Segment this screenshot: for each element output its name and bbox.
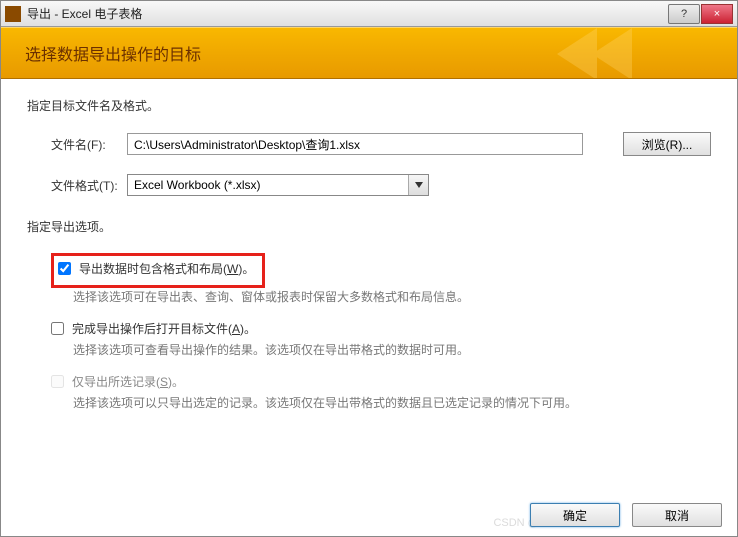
highlight-box: 导出数据时包含格式和布局(W)。: [51, 253, 265, 288]
filename-input[interactable]: [127, 133, 583, 155]
fileformat-select-wrap[interactable]: [127, 174, 429, 196]
option-include-format: 导出数据时包含格式和布局(W)。 选择该选项可在导出表、查询、窗体或报表时保留大…: [27, 253, 711, 306]
filename-row: 文件名(F): 浏览(R)...: [27, 132, 711, 156]
option-selected-only-desc: 选择该选项可以只导出选定的记录。该选项仅在导出带格式的数据且已选定记录的情况下可…: [73, 394, 711, 412]
option-open-after-checkbox[interactable]: [51, 322, 64, 335]
option-include-format-checkbox[interactable]: [58, 262, 71, 275]
footer-buttons: 确定 取消: [530, 503, 722, 527]
close-button[interactable]: ×: [701, 4, 733, 24]
wizard-title: 选择数据导出操作的目标: [25, 41, 201, 65]
app-icon: [5, 6, 21, 22]
content-area: 指定目标文件名及格式。 文件名(F): 浏览(R)... 文件格式(T): 指定…: [1, 79, 737, 434]
option-selected-only: 仅导出所选记录(S)。 选择该选项可以只导出选定的记录。该选项仅在导出带格式的数…: [27, 373, 711, 412]
fileformat-select[interactable]: [127, 174, 429, 196]
option-selected-only-label: 仅导出所选记录(S)。: [72, 373, 184, 390]
target-file-section-label: 指定目标文件名及格式。: [27, 97, 711, 114]
banner-arrow-decoration: [557, 28, 677, 79]
option-open-after-desc: 选择该选项可查看导出操作的结果。该选项仅在导出带格式的数据时可用。: [73, 341, 711, 359]
wizard-banner: 选择数据导出操作的目标: [1, 27, 737, 79]
option-open-after: 完成导出操作后打开目标文件(A)。 选择该选项可查看导出操作的结果。该选项仅在导…: [27, 320, 711, 359]
cancel-button[interactable]: 取消: [632, 503, 722, 527]
option-include-format-label[interactable]: 导出数据时包含格式和布局(W)。: [79, 260, 254, 277]
filename-label: 文件名(F):: [51, 136, 127, 153]
fileformat-label: 文件格式(T):: [51, 177, 127, 194]
ok-button[interactable]: 确定: [530, 503, 620, 527]
browse-button[interactable]: 浏览(R)...: [623, 132, 711, 156]
option-include-format-desc: 选择该选项可在导出表、查询、窗体或报表时保留大多数格式和布局信息。: [73, 288, 711, 306]
help-button[interactable]: ?: [668, 4, 700, 24]
export-options-section: 指定导出选项。 导出数据时包含格式和布局(W)。 选择该选项可在导出表、查询、窗…: [27, 218, 711, 412]
window-title: 导出 - Excel 电子表格: [27, 5, 667, 22]
titlebar: 导出 - Excel 电子表格 ? ×: [1, 1, 737, 27]
option-selected-only-checkbox: [51, 375, 64, 388]
option-open-after-label[interactable]: 完成导出操作后打开目标文件(A)。: [72, 320, 256, 337]
window-buttons: ? ×: [667, 4, 733, 24]
export-options-label: 指定导出选项。: [27, 218, 711, 235]
fileformat-row: 文件格式(T):: [27, 174, 711, 196]
